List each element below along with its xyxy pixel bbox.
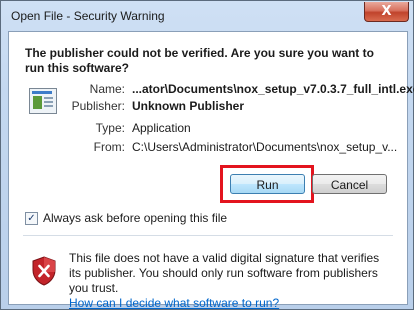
run-button[interactable]: Run [230,174,305,194]
help-link[interactable]: How can I decide what software to run? [69,296,279,310]
separator [23,235,393,236]
type-value: Application [132,121,191,135]
security-warning-dialog: Open File - Security Warning X The publi… [0,0,414,310]
cancel-button[interactable]: Cancel [312,174,387,194]
unsigned-warning: This file does not have a valid digital … [69,251,394,311]
always-ask-checkbox[interactable]: ✓ [25,212,38,225]
close-button[interactable]: X [364,2,409,22]
type-label: Type: [95,121,125,135]
window-title: Open File - Security Warning [11,9,165,23]
always-ask-label[interactable]: Always ask before opening this file [43,211,227,225]
verification-question: The publisher could not be verified. Are… [25,46,374,75]
name-label: Name: [89,82,125,96]
publisher-value: Unknown Publisher [132,99,245,113]
name-value: ...ator\Documents\nox_setup_v7.0.3.7_ful… [132,82,414,96]
from-value: C:\Users\Administrator\Documents\nox_set… [132,140,398,154]
dialog-body: The publisher could not be verified. Are… [8,31,414,310]
close-icon: X [381,4,392,19]
warning-text: This file does not have a valid digital … [69,251,380,295]
security-shield-error-icon [32,256,56,286]
publisher-label: Publisher: [71,99,125,113]
title-bar[interactable]: Open File - Security Warning X [1,1,413,32]
from-label: From: [93,140,125,154]
